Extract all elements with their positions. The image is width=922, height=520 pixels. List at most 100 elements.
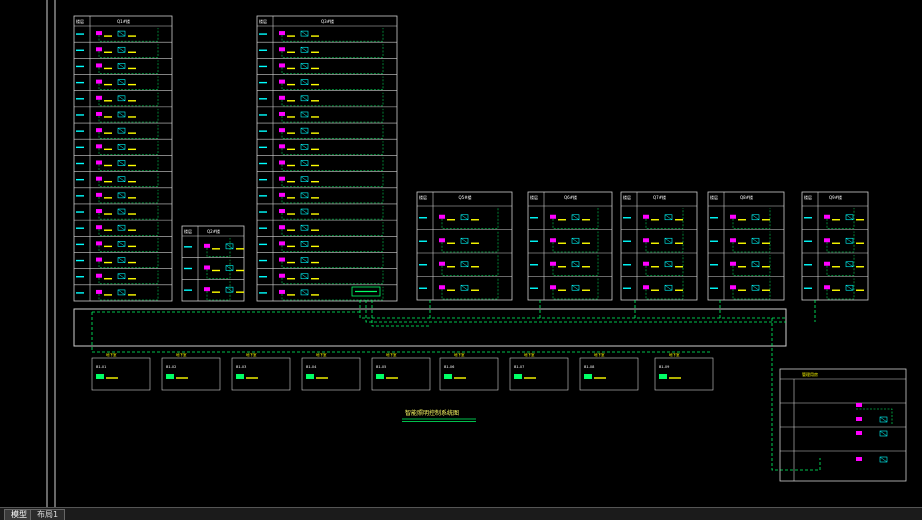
floor-control-bus [552,208,599,229]
floor-header-label: 楼层 [76,18,84,24]
sensor-symbol-mark [117,127,126,134]
sensor-symbol-mark [879,456,888,463]
basement-relay-module [444,374,452,379]
floor-control-bus [98,157,159,171]
basement-panels-row: 地下室 B1-01 地下室 B1-02 地下室 B1-03 地下室 B1-04 地下室 B1-05… [91,352,714,391]
lighting-module [96,31,102,36]
sensor-symbol-mark [300,176,309,182]
lighting-module [643,285,649,290]
floor-control-bus [98,92,159,107]
floor-control-bus [281,205,384,220]
sensor-symbol-mark [845,285,854,291]
lighting-module [550,261,556,266]
sensor-symbol-mark [664,261,673,267]
sensor-symbol-mark [117,63,126,69]
sensor-symbol-mark [117,111,126,118]
sensor-symbol-mark [845,238,854,244]
lighting-module [279,160,285,165]
building-frame [801,191,869,301]
lighting-module [550,214,556,219]
sensor-symbol-mark [300,127,309,134]
lighting-module [643,261,649,266]
floor-control-bus [98,44,159,58]
lighting-module [96,273,102,278]
building-name-label: Q8#楼 [740,194,753,200]
basement-panel-title: 地下室 [176,352,187,357]
basement-panel-title: 地下室 [106,352,117,357]
floor-control-bus [98,125,159,139]
sensor-symbol-mark [300,63,309,69]
sensor-symbol-mark [300,47,309,53]
building-name-label: Q3#楼 [321,18,334,24]
sensor-symbol-mark [117,289,126,296]
management-panel-frame [779,368,907,482]
sensor-symbol-mark [300,273,309,279]
floor-control-bus [281,173,384,188]
lighting-module [730,214,736,219]
building-q7-riser: 楼层 Q7#楼 [620,191,698,301]
lighting-module [279,111,285,116]
floor-control-bus [98,270,159,285]
lighting-module [279,289,285,294]
sensor-symbol-mark [845,261,854,267]
sensor-symbol-mark [300,289,309,296]
lighting-module [279,95,285,100]
basement-panel-2: 地下室 B1-02 [161,352,221,391]
sensor-symbol-mark [751,285,760,291]
sensor-symbol-mark [225,286,234,293]
basement-panel-6: 地下室 B1-06 [439,352,499,391]
lighting-module [279,63,285,68]
floor-control-bus [98,222,159,236]
basement-panel-label: B1-01 [96,365,106,369]
floor-control-bus [441,255,499,276]
sensor-symbol-mark [751,214,760,220]
lighting-module [279,273,285,278]
basement-relay-module [166,374,174,379]
floor-control-bus [826,255,855,276]
lighting-module [856,417,862,421]
building-q5-riser: 楼层 Q5#楼 [416,191,513,301]
lighting-module [643,214,649,219]
sensor-symbol-mark [300,241,309,247]
basement-panel-label: B1-05 [376,365,386,369]
tab-layout-1[interactable]: 布局1 [30,509,66,520]
floor-header-label: 楼层 [710,194,718,200]
sensor-symbol-mark [571,285,580,291]
floor-header-label: 楼层 [804,194,812,200]
floor-control-bus [552,231,599,253]
lighting-module [96,176,102,181]
floor-control-bus [281,76,384,90]
sensor-symbol-mark [300,111,309,118]
lighting-module [439,285,445,290]
floor-header-label: 楼层 [259,18,267,24]
management-panel-title: 管理用房 [802,371,818,377]
sensor-symbol-mark [117,144,126,150]
floor-control-bus [206,238,231,257]
sensor-symbol-mark [664,285,673,291]
floor-control-bus [98,286,159,301]
sensor-symbol-mark [460,285,469,291]
floor-control-bus [281,238,384,252]
floor-control-bus [732,255,771,276]
building-q2-riser: 楼层 Q2#楼 [181,225,245,302]
basement-relay-module [96,374,104,379]
floor-control-bus [281,270,384,285]
building-name-label: Q5#楼 [459,194,472,200]
floor-control-bus [645,278,684,300]
basement-panel-title: 地下室 [454,352,465,357]
sensor-symbol-mark [571,238,580,244]
sensor-symbol-mark [879,416,888,423]
floor-control-bus [645,208,684,229]
cad-drawing-canvas[interactable]: 楼层 Q1#楼 楼层 Q3#楼 楼层 Q2#楼 楼层 Q5#楼 楼层 Q6#楼 楼层 Q7#… [0,0,922,507]
basement-panel-label: B1-07 [514,365,524,369]
floor-control-bus [826,278,855,300]
lighting-module [96,144,102,149]
sensor-symbol-mark [845,214,854,220]
lighting-module [204,265,210,270]
lighting-module [824,261,830,266]
floor-control-bus [98,28,159,42]
floor-control-bus [281,44,384,58]
basement-panel-label: B1-04 [306,365,317,369]
lighting-module [96,47,102,52]
floor-control-bus [281,222,384,236]
